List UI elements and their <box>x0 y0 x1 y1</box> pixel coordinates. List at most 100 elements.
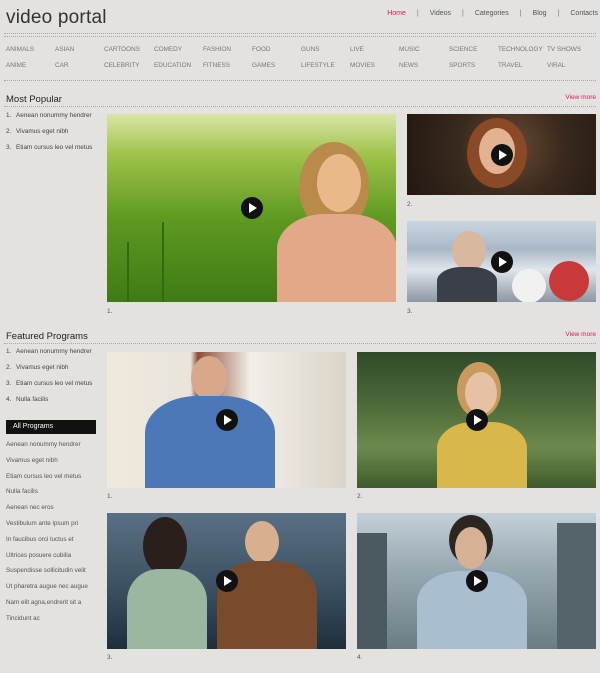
list-item[interactable]: 3. Etiam cursus leo vel metus <box>6 144 92 160</box>
hair-shape <box>143 517 187 575</box>
list-item[interactable]: Ut pharetra augue nec augue <box>6 583 88 599</box>
all-programs-list: Aenean nonummy hendrer Vivamus eget nibh… <box>6 441 88 631</box>
category-menu: ANIMALS ASIAN CARTOONS COMEDY FASHION FO… <box>6 46 598 78</box>
body-shape <box>277 214 396 302</box>
play-icon[interactable] <box>240 197 263 219</box>
category-viral[interactable]: VIRAL <box>547 62 565 69</box>
category-fashion[interactable]: FASHION <box>203 46 231 53</box>
category-cartoons[interactable]: CARTOONS <box>104 46 140 53</box>
category-music[interactable]: MUSIC <box>399 46 420 53</box>
list-item[interactable]: 4. Nulla facilis <box>6 396 92 412</box>
nav-blog[interactable]: Blog <box>533 10 547 17</box>
nav-separator: | <box>416 10 419 17</box>
list-item[interactable]: 2. Vivamus eget nibh <box>6 128 92 144</box>
list-item[interactable]: 1. Aenean nonummy hendrer <box>6 112 92 128</box>
category-live[interactable]: LIVE <box>350 46 364 53</box>
nav-videos[interactable]: Videos <box>430 10 451 17</box>
play-icon[interactable] <box>465 570 488 592</box>
video-thumbnail[interactable] <box>357 352 596 488</box>
category-games[interactable]: GAMES <box>252 62 275 69</box>
all-programs-header: All Programs <box>6 420 96 434</box>
nav-separator: | <box>519 10 522 17</box>
video-caption: 2. <box>357 493 363 500</box>
list-item[interactable]: Nam elit agna,endrerit sit a <box>6 599 88 615</box>
play-icon[interactable] <box>490 143 513 166</box>
video-caption: 4. <box>357 654 363 661</box>
video-caption: 1. <box>107 493 113 500</box>
category-animals[interactable]: ANIMALS <box>6 46 34 53</box>
building-shape <box>557 523 596 649</box>
play-icon[interactable] <box>465 409 488 431</box>
hat-shape <box>549 261 589 301</box>
play-icon[interactable] <box>215 409 238 431</box>
video-caption: 3. <box>107 654 113 661</box>
list-item[interactable]: Nulla facilis <box>6 488 88 504</box>
video-thumbnail[interactable] <box>407 114 596 195</box>
play-icon[interactable] <box>490 250 513 273</box>
category-fitness[interactable]: FITNESS <box>203 62 230 69</box>
header-divider <box>4 36 596 37</box>
list-item[interactable]: 1. Aenean nonummy hendrer <box>6 348 92 364</box>
video-portal-page: video portal Home | Videos | Categories … <box>0 0 600 673</box>
list-item[interactable]: In faucibus orci luctus et <box>6 536 88 552</box>
site-logo[interactable]: video portal <box>6 7 107 29</box>
play-icon[interactable] <box>215 570 238 592</box>
building-shape <box>357 533 387 649</box>
face-shape <box>465 372 497 414</box>
list-item[interactable]: Aenean nonummy hendrer <box>6 441 88 457</box>
category-divider <box>4 80 596 81</box>
flowers-shape <box>437 422 527 488</box>
category-comedy[interactable]: COMEDY <box>154 46 182 53</box>
list-item[interactable]: Vivamus eget nibh <box>6 457 88 473</box>
most-popular-list: 1. Aenean nonummy hendrer 2. Vivamus eget … <box>6 112 92 160</box>
category-technology[interactable]: TECHNOLOGY <box>498 46 543 53</box>
video-thumbnail[interactable] <box>107 352 346 488</box>
nav-categories[interactable]: Categories <box>475 10 509 17</box>
category-asian[interactable]: ASIAN <box>55 46 74 53</box>
category-sports[interactable]: SPORTS <box>449 62 475 69</box>
category-food[interactable]: FOOD <box>252 46 270 53</box>
video-thumbnail[interactable] <box>407 221 596 302</box>
section-divider <box>4 106 596 107</box>
face-shape <box>455 527 487 569</box>
list-item[interactable]: Etiam cursus leo vel metus <box>6 473 88 489</box>
face-shape <box>191 356 227 400</box>
video-caption: 3. <box>407 308 413 315</box>
category-car[interactable]: CAR <box>55 62 69 69</box>
header-divider <box>4 33 596 34</box>
list-item[interactable]: Ultrices posuere cubilia <box>6 552 88 568</box>
category-row: ANIME CAR CELEBRITY EDUCATION FITNESS GA… <box>6 62 598 78</box>
featured-programs-title: Featured Programs <box>6 331 88 342</box>
list-item[interactable]: Suspendisse sollicitudin velit <box>6 567 88 583</box>
face-shape <box>452 231 486 271</box>
category-education[interactable]: EDUCATION <box>154 62 191 69</box>
category-row: ANIMALS ASIAN CARTOONS COMEDY FASHION FO… <box>6 46 598 62</box>
video-thumbnail[interactable] <box>357 513 596 649</box>
category-tv-shows[interactable]: TV SHOWS <box>547 46 581 53</box>
featured-view-more-link[interactable]: View more <box>565 331 596 338</box>
list-item[interactable]: Vestibulum ante ipsum pri <box>6 520 88 536</box>
featured-list: 1. Aenean nonummy hendrer 2. Vivamus eget … <box>6 348 92 412</box>
category-anime[interactable]: ANIME <box>6 62 26 69</box>
body-shape <box>127 569 207 649</box>
most-popular-view-more-link[interactable]: View more <box>565 94 596 101</box>
list-item[interactable]: Aenean nec eros <box>6 504 88 520</box>
nav-separator: | <box>557 10 560 17</box>
top-navigation: Home | Videos | Categories | Blog | Cont… <box>387 10 598 17</box>
video-thumbnail[interactable] <box>107 513 346 649</box>
category-celebrity[interactable]: CELEBRITY <box>104 62 140 69</box>
hat-shape <box>512 269 546 302</box>
nav-separator: | <box>462 10 464 17</box>
category-news[interactable]: NEWS <box>399 62 418 69</box>
list-item[interactable]: 2. Vivamus eget nibh <box>6 364 92 380</box>
category-travel[interactable]: TRAVEL <box>498 62 522 69</box>
category-movies[interactable]: MOVIES <box>350 62 375 69</box>
category-guns[interactable]: GUNS <box>301 46 319 53</box>
video-thumbnail[interactable] <box>107 114 396 302</box>
list-item[interactable]: Tincidunt ac <box>6 615 88 631</box>
category-lifestyle[interactable]: LIFESTYLE <box>301 62 335 69</box>
list-item[interactable]: 3. Etiam cursus leo vel metus <box>6 380 92 396</box>
nav-home[interactable]: Home <box>387 10 406 17</box>
category-science[interactable]: SCIENCE <box>449 46 477 53</box>
nav-contacts[interactable]: Contacts <box>570 10 598 17</box>
